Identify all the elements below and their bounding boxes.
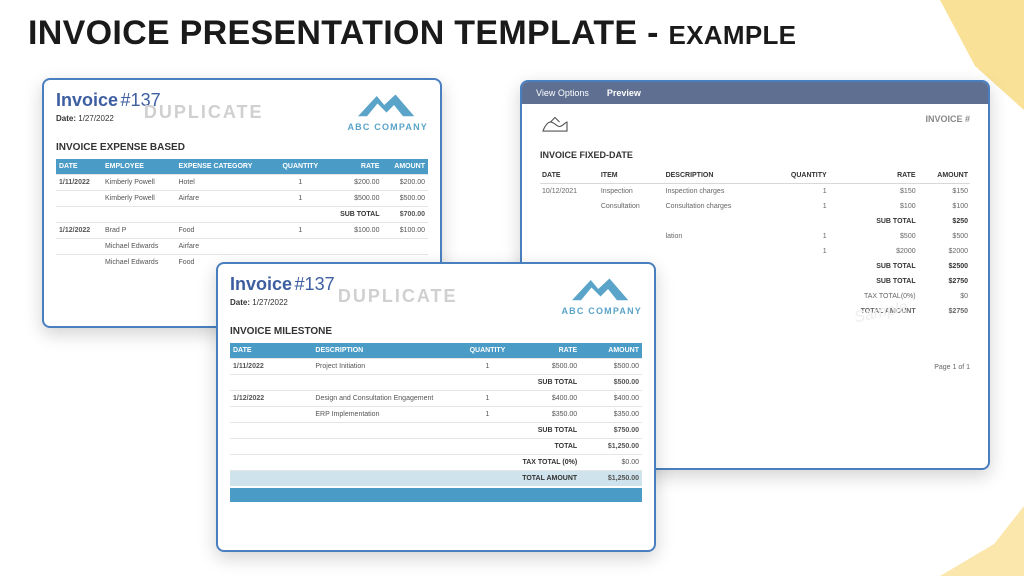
title-sub: Example [669, 20, 797, 50]
col-rate: RATE [518, 343, 580, 359]
col-date: DATE [56, 159, 102, 175]
col-qty: QUANTITY [769, 168, 829, 184]
company-logo: ABC COMPANY [561, 274, 642, 316]
tax-row: TAX TOTAL (0%)$0.00 [230, 455, 642, 471]
subtotal-row: SUB TOTAL$750.00 [230, 423, 642, 439]
company-logo: ABC COMPANY [347, 90, 428, 132]
section-heading: INVOICE FIXED-DATE [540, 150, 970, 160]
title-main: Invoice Presentation Template - [28, 14, 669, 52]
date-value: 1/27/2022 [252, 298, 288, 307]
table-row: 10/12/2021InspectionInspection charges1$… [540, 184, 970, 200]
col-desc: DESCRIPTION [664, 168, 769, 184]
footer-bar [230, 488, 642, 502]
section-heading: INVOICE MILESTONE [230, 326, 642, 337]
company-name: ABC COMPANY [561, 306, 642, 316]
table-row: 1/12/2022Brad PFood1$100.00$100.00 [56, 223, 428, 239]
invoice-label: Invoice [230, 274, 292, 294]
col-date: DATE [230, 343, 312, 359]
col-amount: AMOUNT [580, 343, 642, 359]
duplicate-watermark: DUPLICATE [144, 102, 264, 123]
col-rate: RATE [829, 168, 918, 184]
milestone-table: DATE DESCRIPTION QUANTITY RATE AMOUNT 1/… [230, 343, 642, 486]
invoice-number: #137 [295, 274, 335, 294]
table-row: 1/11/2022Kimberly PowellHotel1$200.00$20… [56, 175, 428, 191]
table-row: Kimberly PowellAirfare1$500.00$500.00 [56, 191, 428, 207]
col-employee: EMPLOYEE [102, 159, 175, 175]
date-label: Date: [56, 114, 76, 123]
col-amount: AMOUNT [918, 168, 970, 184]
invoice-label: Invoice [56, 90, 118, 110]
tab-preview[interactable]: Preview [607, 88, 641, 98]
subtotal-row: SUB TOTAL$700.00 [56, 207, 428, 223]
date-label: Date: [230, 298, 250, 307]
section-heading: INVOICE EXPENSE BASED [56, 142, 428, 153]
table-row: 1$2000$2000 [540, 244, 970, 259]
col-amount: AMOUNT [382, 159, 428, 175]
tab-view-options[interactable]: View Options [536, 88, 589, 98]
total-amount-row: TOTAL AMOUNT$1,250.00 [230, 471, 642, 487]
col-rate: RATE [326, 159, 382, 175]
page-title: Invoice Presentation Template - Example [28, 14, 796, 53]
table-row: 1/12/2022Design and Consultation Engagem… [230, 391, 642, 407]
col-desc: DESCRIPTION [312, 343, 456, 359]
invoice-number-label: INVOICE # [925, 114, 970, 124]
duplicate-watermark: DUPLICATE [338, 286, 458, 307]
subtotal-row: SUB TOTAL$500.00 [230, 375, 642, 391]
table-row: ConsultationConsultation charges1$100$10… [540, 199, 970, 214]
subtotal-row: SUB TOTAL$250 [540, 214, 970, 229]
corner-decor-bottom [904, 476, 1024, 576]
table-row: ERP Implementation1$350.00$350.00 [230, 407, 642, 423]
company-name: ABC COMPANY [347, 122, 428, 132]
expense-table: DATE EMPLOYEE EXPENSE CATEGORY QUANTITY … [56, 159, 428, 270]
handshake-icon [540, 114, 570, 136]
col-qty: QUANTITY [274, 159, 326, 175]
col-category: EXPENSE CATEGORY [175, 159, 274, 175]
table-row: 1/11/2022Project Initiation1$500.00$500.… [230, 359, 642, 375]
date-value: 1/27/2022 [78, 114, 114, 123]
tab-bar: View Options Preview [522, 82, 988, 104]
table-row: lation1$500$500 [540, 229, 970, 244]
invoice-milestone-panel: DUPLICATE Invoice #137 Date: 1/27/2022 A… [216, 262, 656, 552]
col-date: DATE [540, 168, 599, 184]
col-qty: QUANTITY [457, 343, 519, 359]
col-item: ITEM [599, 168, 664, 184]
total-row: TOTAL$1,250.00 [230, 439, 642, 455]
table-row: Michael EdwardsAirfare [56, 239, 428, 255]
